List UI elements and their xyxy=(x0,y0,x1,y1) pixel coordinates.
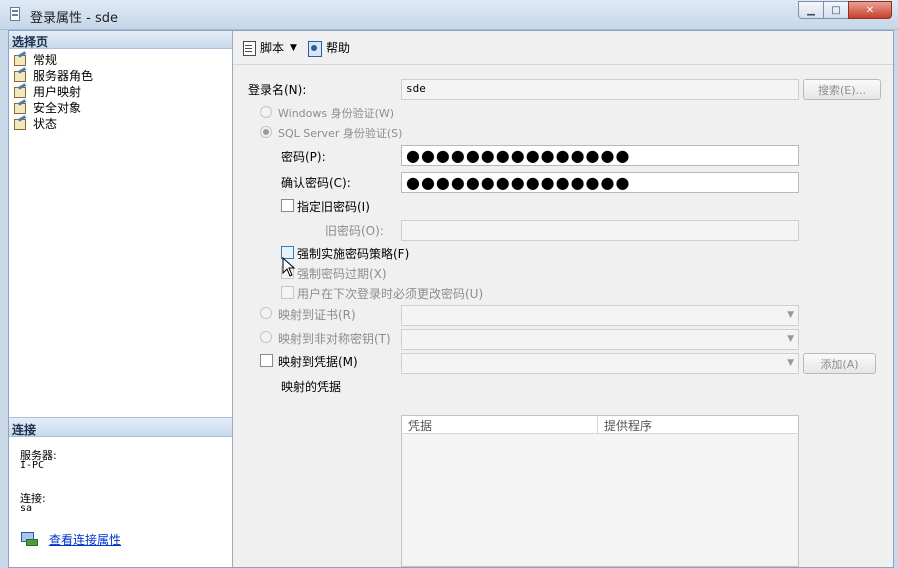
add-credential-button[interactable]: 添加(A) xyxy=(803,353,876,374)
right-pane: 脚本 ▼ 帮助 登录名(N): sde 搜索(E)... Windows 身份验… xyxy=(233,31,893,567)
chevron-down-icon: ▼ xyxy=(787,310,794,320)
page-item-general[interactable]: 常规 xyxy=(9,51,232,67)
maximize-button[interactable]: □ xyxy=(823,1,849,19)
page-list: 常规 服务器角色 用户映射 安全对象 状态 xyxy=(9,49,232,131)
page-icon xyxy=(13,101,27,114)
page-item-label: 服务器角色 xyxy=(33,68,94,83)
minimize-button[interactable]: ▁ xyxy=(798,1,824,19)
map-credential-checkbox[interactable] xyxy=(260,354,273,367)
mouse-cursor-icon xyxy=(282,257,296,277)
certificate-select[interactable]: ▼ xyxy=(401,305,799,326)
windows-auth-radio[interactable] xyxy=(260,106,272,118)
windows-auth-label: Windows 身份验证(W) xyxy=(278,107,395,120)
select-page-header: 选择页 xyxy=(9,31,232,49)
column-header-provider[interactable]: 提供程序 xyxy=(598,416,798,433)
window-controls: ▁ □ ✕ xyxy=(798,1,892,19)
credential-select[interactable]: ▼ xyxy=(401,353,799,374)
chevron-down-icon: ▼ xyxy=(787,334,794,344)
connection-value: sa xyxy=(20,503,33,514)
page-icon xyxy=(13,69,27,82)
page-icon xyxy=(13,117,27,130)
search-button[interactable]: 搜索(E)... xyxy=(803,79,881,100)
connection-properties-icon[interactable] xyxy=(21,531,38,546)
asymmetric-key-select[interactable]: ▼ xyxy=(401,329,799,350)
sql-auth-label: SQL Server 身份验证(S) xyxy=(278,127,403,140)
chevron-down-icon[interactable]: ▼ xyxy=(290,43,297,53)
map-certificate-label: 映射到证书(R) xyxy=(278,308,356,322)
must-change-checkbox[interactable] xyxy=(281,286,294,299)
help-button[interactable]: 帮助 xyxy=(307,39,350,57)
page-item-label: 用户映射 xyxy=(33,84,82,99)
dialog-frame: 选择页 常规 服务器角色 用户映射 安全对象 状态 连接 服务器: I-PC 连… xyxy=(8,30,894,568)
enforce-expiration-label: 强制密码过期(X) xyxy=(297,267,387,281)
script-icon xyxy=(241,40,257,56)
view-connection-properties-link[interactable]: 查看连接属性 xyxy=(49,531,121,548)
title-bar: 登录属性 - sde ▁ □ ✕ xyxy=(0,0,898,30)
page-icon xyxy=(13,85,27,98)
server-value: I-PC xyxy=(20,460,45,471)
password-label: 密码(P): xyxy=(281,150,326,164)
login-name-label: 登录名(N): xyxy=(248,83,307,97)
grid-header: 凭据 提供程序 xyxy=(402,416,798,434)
old-password-label: 旧密码(O): xyxy=(325,224,384,238)
page-icon xyxy=(13,53,27,66)
map-certificate-radio[interactable] xyxy=(260,307,272,319)
must-change-label: 用户在下次登录时必须更改密码(U) xyxy=(297,287,484,301)
close-button[interactable]: ✕ xyxy=(848,1,892,19)
confirm-password-mask: ●●●●●●●●●●●●●●● xyxy=(406,173,631,192)
chevron-down-icon: ▼ xyxy=(787,358,794,368)
map-credential-label: 映射到凭据(M) xyxy=(278,355,358,369)
connection-header: 连接 xyxy=(9,417,232,437)
map-asymmetric-key-radio[interactable] xyxy=(260,331,272,343)
map-asymmetric-key-label: 映射到非对称密钥(T) xyxy=(278,332,391,346)
page-item-status[interactable]: 状态 xyxy=(9,115,232,131)
confirm-password-label: 确认密码(C): xyxy=(281,176,351,190)
mapped-credentials-label: 映射的凭据 xyxy=(281,380,342,394)
page-item-user-mapping[interactable]: 用户映射 xyxy=(9,83,232,99)
window-title: 登录属性 - sde xyxy=(30,11,118,26)
specify-old-password-checkbox[interactable] xyxy=(281,199,294,212)
column-header-credential[interactable]: 凭据 xyxy=(402,416,598,433)
confirm-password-field[interactable]: ●●●●●●●●●●●●●●● xyxy=(401,172,799,193)
script-label: 脚本 xyxy=(260,41,285,55)
specify-old-password-label: 指定旧密码(I) xyxy=(297,200,370,214)
page-item-label: 常规 xyxy=(33,52,58,67)
general-page-form: 登录名(N): sde 搜索(E)... Windows 身份验证(W) SQL… xyxy=(233,65,893,567)
left-pane: 选择页 常规 服务器角色 用户映射 安全对象 状态 连接 服务器: I-PC 连… xyxy=(9,31,233,567)
help-icon xyxy=(307,40,323,57)
sql-auth-radio[interactable] xyxy=(260,126,272,138)
mapped-credentials-grid[interactable]: 凭据 提供程序 xyxy=(401,415,799,567)
document-icon xyxy=(10,7,20,21)
script-button[interactable]: 脚本 ▼ xyxy=(241,39,297,56)
old-password-field[interactable] xyxy=(401,220,799,241)
login-name-field[interactable]: sde xyxy=(401,79,799,100)
password-mask: ●●●●●●●●●●●●●●● xyxy=(406,146,631,165)
page-item-label: 安全对象 xyxy=(33,100,82,115)
password-field[interactable]: ●●●●●●●●●●●●●●● xyxy=(401,145,799,166)
enforce-policy-label: 强制实施密码策略(F) xyxy=(297,247,410,261)
page-item-server-roles[interactable]: 服务器角色 xyxy=(9,67,232,83)
page-item-securables[interactable]: 安全对象 xyxy=(9,99,232,115)
toolbar: 脚本 ▼ 帮助 xyxy=(233,31,893,65)
page-item-label: 状态 xyxy=(33,116,58,131)
help-label: 帮助 xyxy=(325,41,350,55)
